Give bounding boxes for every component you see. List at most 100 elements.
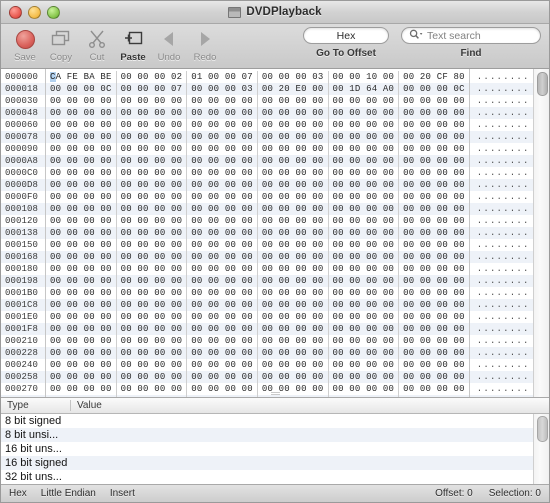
hex-byte-group[interactable]: 00 00 00 00 bbox=[117, 239, 188, 251]
hex-byte-group[interactable]: 00 00 00 00 bbox=[258, 347, 329, 359]
hex-byte-group[interactable]: 00 00 00 00 bbox=[187, 215, 258, 227]
ascii-row[interactable]: ........................ bbox=[470, 251, 533, 263]
hex-byte-group[interactable]: 00 00 00 00 bbox=[258, 359, 329, 371]
hex-byte-group[interactable]: 00 00 00 00 bbox=[399, 323, 469, 335]
ascii-row[interactable]: ........................ bbox=[470, 395, 533, 397]
ascii-row[interactable]: ........................ bbox=[470, 179, 533, 191]
hex-byte-group[interactable]: 00 00 00 00 bbox=[46, 215, 117, 227]
hex-byte-group[interactable]: 00 00 00 00 bbox=[187, 251, 258, 263]
status-edit-mode[interactable]: Insert bbox=[110, 488, 135, 499]
hex-byte-group[interactable]: 00 00 00 00 bbox=[187, 287, 258, 299]
hex-byte-group[interactable]: 00 00 00 00 bbox=[258, 251, 329, 263]
hex-byte-group[interactable]: 00 00 00 00 bbox=[258, 287, 329, 299]
hex-scrollbar-thumb[interactable] bbox=[537, 72, 548, 96]
hex-row[interactable]: 00 00 00 0000 00 00 0000 00 00 0000 00 0… bbox=[46, 143, 469, 155]
search-input[interactable]: Text search bbox=[401, 27, 541, 44]
hex-byte-group[interactable]: 00 00 00 00 bbox=[399, 203, 469, 215]
hex-byte-group[interactable]: 00 20 CF 80 bbox=[399, 71, 469, 83]
ascii-row[interactable]: ........................ bbox=[470, 131, 533, 143]
hex-byte-group[interactable]: 00 00 00 00 bbox=[46, 95, 117, 107]
hex-byte-group[interactable]: 00 00 00 00 bbox=[329, 143, 400, 155]
hex-byte-group[interactable]: 00 00 00 00 bbox=[258, 167, 329, 179]
hex-byte-group[interactable]: 00 00 00 00 bbox=[399, 119, 469, 131]
hex-byte-group[interactable]: 00 00 00 00 bbox=[187, 275, 258, 287]
hex-byte-group[interactable]: 00 00 00 00 bbox=[258, 203, 329, 215]
ascii-group[interactable]: ........ bbox=[477, 203, 533, 215]
inspector-column-type[interactable]: Type bbox=[1, 400, 71, 411]
hex-byte-group[interactable]: 00 00 00 00 bbox=[46, 263, 117, 275]
hex-byte-group[interactable]: 00 00 00 00 bbox=[258, 179, 329, 191]
hex-row[interactable]: 00 00 00 0000 00 00 0000 00 00 0000 00 0… bbox=[46, 215, 469, 227]
hex-byte-group[interactable]: 00 00 00 00 bbox=[46, 251, 117, 263]
hex-byte-group[interactable]: 00 00 00 00 bbox=[258, 311, 329, 323]
hex-byte-group[interactable]: 00 00 00 00 bbox=[187, 95, 258, 107]
hex-byte-group[interactable]: 00 00 00 00 bbox=[258, 143, 329, 155]
cut-button[interactable]: Cut bbox=[79, 26, 115, 63]
hex-row[interactable]: 00 00 00 0000 00 00 0000 00 00 0000 00 0… bbox=[46, 239, 469, 251]
hex-byte-group[interactable]: 00 00 00 00 bbox=[46, 155, 117, 167]
hex-byte-group[interactable]: 00 00 00 00 bbox=[117, 299, 188, 311]
hex-byte-group[interactable]: 00 00 00 00 bbox=[258, 323, 329, 335]
hex-byte-group[interactable]: 00 00 00 00 bbox=[329, 335, 400, 347]
pane-resize-grip[interactable] bbox=[271, 392, 280, 396]
ascii-group[interactable]: ........ bbox=[477, 251, 533, 263]
hex-byte-group[interactable]: 00 00 00 00 bbox=[46, 275, 117, 287]
inspector-row[interactable]: 8 bit unsi... bbox=[1, 428, 533, 442]
ascii-group[interactable]: ........ bbox=[477, 287, 533, 299]
hex-row[interactable]: 00 00 00 0000 00 00 0000 00 00 0000 00 0… bbox=[46, 311, 469, 323]
hex-byte-group[interactable]: 00 00 00 00 bbox=[329, 179, 400, 191]
ascii-group[interactable]: ........ bbox=[477, 131, 533, 143]
hex-byte-group[interactable]: 00 00 00 00 bbox=[187, 167, 258, 179]
ascii-group[interactable]: ........ bbox=[477, 263, 533, 275]
hex-byte-group[interactable]: 00 00 00 03 bbox=[258, 71, 329, 83]
hex-byte-group[interactable]: 00 00 00 00 bbox=[46, 191, 117, 203]
hex-byte-group[interactable]: 00 00 00 00 bbox=[117, 263, 188, 275]
hex-byte-group[interactable]: 00 00 00 00 bbox=[46, 359, 117, 371]
hex-byte-group[interactable]: 00 00 00 00 bbox=[329, 215, 400, 227]
hex-byte-group[interactable]: 00 00 00 00 bbox=[258, 155, 329, 167]
ascii-group[interactable]: ........ bbox=[477, 119, 533, 131]
hex-byte-group[interactable]: 00 20 E0 00 bbox=[258, 83, 329, 95]
hex-byte-group[interactable]: 00 00 00 00 bbox=[258, 371, 329, 383]
ascii-row[interactable]: ........................ bbox=[470, 203, 533, 215]
hex-byte-group[interactable]: 00 00 00 00 bbox=[46, 239, 117, 251]
ascii-row[interactable]: ........................ bbox=[470, 359, 533, 371]
hex-row[interactable]: 00 00 00 0000 00 00 0000 00 00 0000 00 0… bbox=[46, 371, 469, 383]
inspector-row[interactable]: 16 bit uns... bbox=[1, 442, 533, 456]
hex-row[interactable]: 00 00 00 0000 00 00 0000 00 00 0000 00 0… bbox=[46, 383, 469, 395]
inspector-row[interactable]: 16 bit signed bbox=[1, 456, 533, 470]
hex-row[interactable]: 00 00 00 0000 00 00 0000 00 00 0000 00 0… bbox=[46, 131, 469, 143]
hex-byte-group[interactable]: 00 00 00 00 bbox=[399, 335, 469, 347]
hex-byte-group[interactable]: 00 00 00 00 bbox=[329, 119, 400, 131]
hex-byte-group[interactable]: 00 00 00 00 bbox=[399, 155, 469, 167]
ascii-row[interactable]: ........................ bbox=[470, 95, 533, 107]
hex-byte-group[interactable]: 00 00 00 00 bbox=[399, 359, 469, 371]
hex-byte-group[interactable]: 00 00 00 00 bbox=[117, 335, 188, 347]
ascii-group[interactable]: ........ bbox=[477, 155, 533, 167]
hex-byte-group[interactable]: 00 00 00 00 bbox=[46, 395, 117, 397]
ascii-row[interactable]: ........................ bbox=[470, 143, 533, 155]
hex-byte-group[interactable]: 00 00 00 00 bbox=[117, 359, 188, 371]
hex-byte-group[interactable]: 00 00 00 00 bbox=[46, 383, 117, 395]
hex-byte-group[interactable]: 00 00 00 00 bbox=[46, 335, 117, 347]
ascii-row[interactable]: ............d........... bbox=[470, 83, 533, 95]
hex-byte-group[interactable]: 00 00 00 00 bbox=[399, 95, 469, 107]
hex-byte-group[interactable]: 00 00 00 00 bbox=[117, 275, 188, 287]
ascii-row[interactable]: ........................ bbox=[470, 311, 533, 323]
close-button[interactable] bbox=[9, 6, 22, 19]
ascii-row[interactable]: ........................ bbox=[470, 299, 533, 311]
hex-byte-group[interactable]: 00 00 00 02 bbox=[117, 71, 188, 83]
hex-byte-group[interactable]: 00 00 00 00 bbox=[399, 311, 469, 323]
inspector-column-value[interactable]: Value bbox=[71, 400, 549, 411]
hex-byte-group[interactable]: 00 00 00 00 bbox=[258, 383, 329, 395]
hex-byte-group[interactable]: 00 00 00 00 bbox=[258, 131, 329, 143]
hex-byte-group[interactable]: 00 00 00 00 bbox=[187, 359, 258, 371]
inspector-scrollbar[interactable] bbox=[533, 414, 549, 484]
hex-byte-group[interactable]: 00 00 00 00 bbox=[399, 191, 469, 203]
hex-row[interactable]: 00 00 00 0000 00 00 0000 00 00 0000 00 0… bbox=[46, 263, 469, 275]
hex-byte-group[interactable]: 00 00 00 00 bbox=[117, 287, 188, 299]
hex-row[interactable]: 00 00 00 0000 00 00 0000 00 00 0000 00 0… bbox=[46, 287, 469, 299]
hex-byte-group[interactable]: 01 00 00 07 bbox=[187, 71, 258, 83]
hex-byte-group[interactable]: 00 00 00 00 bbox=[117, 227, 188, 239]
ascii-group[interactable]: ........ bbox=[477, 299, 533, 311]
